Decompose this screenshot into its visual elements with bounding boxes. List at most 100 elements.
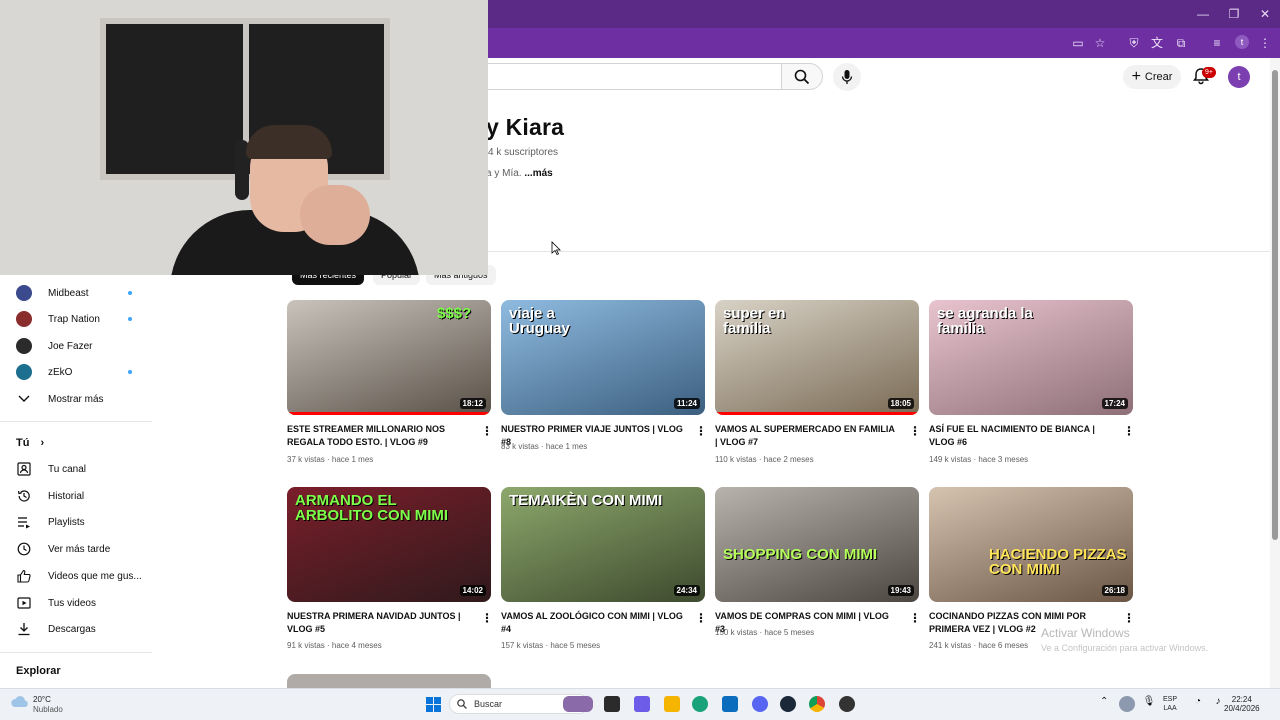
sidebar-item-watch-later[interactable]: Ver más tarde	[16, 539, 110, 559]
video-thumbnail[interactable]	[287, 674, 491, 688]
sidebar-item-label: Mostrar más	[48, 393, 104, 405]
video-thumbnail[interactable]: TEMAIKÈN CON MIMI 24:34	[501, 487, 705, 602]
sidebar-item-downloads[interactable]: Descargas	[16, 619, 96, 639]
sidebar-you-heading[interactable]: Tú ›	[16, 437, 44, 449]
video-title[interactable]: NUESTRA PRIMERA NAVIDAD JUNTOS | VLOG #5	[287, 610, 471, 636]
media-control-icon[interactable]: ≡	[1208, 34, 1226, 52]
sidebar-item-liked-videos[interactable]: Videos que me gus...	[16, 566, 142, 586]
search-highlight-icon[interactable]	[563, 696, 593, 712]
video-thumbnail[interactable]: viaje a Uruguay 11:24	[501, 300, 705, 415]
sidebar-item-label: Descargas	[48, 623, 96, 635]
search-icon	[794, 69, 810, 84]
widgets-icon[interactable]	[634, 696, 650, 712]
sidebar-sub-zeko[interactable]: zEkO	[16, 362, 72, 382]
description-more-link[interactable]: ...más	[524, 168, 552, 179]
playlist-icon	[16, 514, 32, 530]
weather-condition[interactable]: Nublado	[33, 705, 63, 714]
extension-translate-icon[interactable]: 文	[1148, 34, 1166, 52]
weather-temp[interactable]: 20°C	[33, 695, 51, 704]
you-heading-label: Tú	[16, 437, 30, 449]
channel-description[interactable]: a y Mía. ...más	[486, 168, 553, 179]
more-options-icon[interactable]: ⋮	[1123, 611, 1135, 625]
video-duration: 19:43	[887, 585, 914, 596]
video-thumbnail[interactable]: HACIENDO PIZZAS CON MIMI 26:18	[929, 487, 1133, 602]
more-options-icon[interactable]: ⋮	[695, 611, 707, 625]
windows-start-icon[interactable]	[426, 697, 441, 712]
browser-profile-avatar[interactable]: t	[1235, 35, 1249, 49]
thumbnail-text: ARMANDO EL ARBOLITO CON MIMI	[295, 492, 449, 524]
more-options-icon[interactable]: ⋮	[909, 424, 921, 438]
language-indicator[interactable]: ESP LAA	[1163, 695, 1177, 713]
chevron-right-icon: ›	[40, 437, 45, 449]
voice-search-button[interactable]	[833, 63, 861, 91]
channel-avatar	[16, 338, 32, 354]
bookmark-star-icon[interactable]: ☆	[1091, 34, 1109, 52]
search-icon	[457, 699, 467, 709]
file-explorer-icon[interactable]	[664, 696, 680, 712]
video-duration: 14:02	[459, 585, 486, 596]
more-options-icon[interactable]: ⋮	[1123, 424, 1135, 438]
sidebar-item-label: Ver más tarde	[48, 543, 111, 555]
wifi-icon[interactable]: ◔	[1190, 696, 1206, 712]
sidebar-item-your-videos[interactable]: Tus videos	[16, 593, 96, 613]
video-title[interactable]: ESTE STREAMER MILLONARIO NOS REGALA TODO…	[287, 423, 471, 449]
thumbnail-text: super en familia	[723, 305, 786, 337]
video-title[interactable]: ASÍ FUE EL NACIMIENTO DE BIANCA | VLOG #…	[929, 423, 1113, 449]
restore-icon[interactable]: ❐	[1219, 4, 1249, 24]
video-thumbnail[interactable]: SHOPPING CON MIMI 19:43	[715, 487, 919, 602]
sidebar-item-history[interactable]: Historial	[16, 486, 84, 506]
chrome-icon[interactable]	[809, 696, 825, 712]
video-thumbnail[interactable]: se agranda la familia 17:24	[929, 300, 1133, 415]
close-icon[interactable]: ✕	[1250, 4, 1280, 24]
video-age: hace 5 meses	[764, 628, 815, 637]
task-view-icon[interactable]	[604, 696, 620, 712]
video-title[interactable]: VAMOS AL ZOOLÓGICO CON MIMI | VLOG #4	[501, 610, 685, 636]
extension-shield-icon[interactable]: ⛨	[1125, 34, 1143, 52]
create-button[interactable]: + Crear	[1123, 65, 1181, 89]
cast-icon[interactable]: ▭	[1069, 34, 1087, 52]
more-options-icon[interactable]: ⋮	[481, 611, 493, 625]
new-content-dot	[128, 317, 132, 321]
sidebar-sub-midbeast[interactable]: Midbeast	[16, 283, 89, 303]
scrollbar-thumb[interactable]	[1272, 70, 1278, 540]
sidebar-item-playlists[interactable]: Playlists	[16, 512, 85, 532]
steam-icon[interactable]	[780, 696, 796, 712]
sidebar-sub-joe-fazer[interactable]: Joe Fazer	[16, 336, 92, 356]
video-title[interactable]: VAMOS AL SUPERMERCADO EN FAMILIA | VLOG …	[715, 423, 899, 449]
microsoft-store-icon[interactable]	[722, 696, 738, 712]
network-tray-icon[interactable]	[1119, 696, 1135, 712]
search-input[interactable]	[470, 63, 781, 90]
more-options-icon[interactable]: ⋮	[481, 424, 493, 438]
channel-avatar	[16, 285, 32, 301]
channel-name: y Kiara	[486, 114, 565, 140]
video-meta: 91 k vistas · hace 4 meses	[287, 641, 382, 650]
chevron-up-icon[interactable]: ⌃	[1100, 697, 1108, 707]
more-options-icon[interactable]: ⋮	[695, 424, 707, 438]
layout-code: LAA	[1163, 705, 1177, 712]
watch-progress-bar	[715, 412, 919, 415]
video-play-icon	[16, 595, 32, 611]
more-options-icon[interactable]: ⋮	[909, 611, 921, 625]
sidebar-item-your-channel[interactable]: Tu canal	[16, 459, 86, 479]
minimize-icon[interactable]: —	[1188, 4, 1218, 24]
video-thumbnail[interactable]: super en familia 18:05	[715, 300, 919, 415]
video-thumbnail[interactable]: $$$? 18:12	[287, 300, 491, 415]
browser-menu-icon[interactable]: ⋮	[1256, 34, 1274, 52]
microphone-tray-icon[interactable]: 🎙	[1141, 696, 1157, 712]
app-icon[interactable]	[839, 696, 855, 712]
video-views: 37 k vistas	[287, 455, 325, 464]
discord-icon[interactable]	[752, 696, 768, 712]
sidebar-sub-trap-nation[interactable]: Trap Nation	[16, 309, 100, 329]
video-thumbnail[interactable]: ARMANDO EL ARBOLITO CON MIMI 14:02	[287, 487, 491, 602]
sidebar-show-more[interactable]: Mostrar más	[16, 389, 104, 409]
search-button[interactable]	[781, 63, 823, 90]
system-clock[interactable]: 22:24 20/4/2026	[1224, 695, 1260, 713]
video-views: 91 k vistas	[287, 641, 325, 650]
extensions-puzzle-icon[interactable]: ⧉	[1172, 34, 1190, 52]
activate-windows-hint: Ve a Configuración para activar Windows.	[1041, 643, 1209, 653]
sidebar-item-label: Midbeast	[48, 287, 89, 299]
edge-browser-icon[interactable]	[692, 696, 708, 712]
account-avatar[interactable]: t	[1228, 66, 1250, 88]
channel-avatar	[16, 364, 32, 380]
sidebar-item-label: Tus videos	[48, 597, 96, 609]
